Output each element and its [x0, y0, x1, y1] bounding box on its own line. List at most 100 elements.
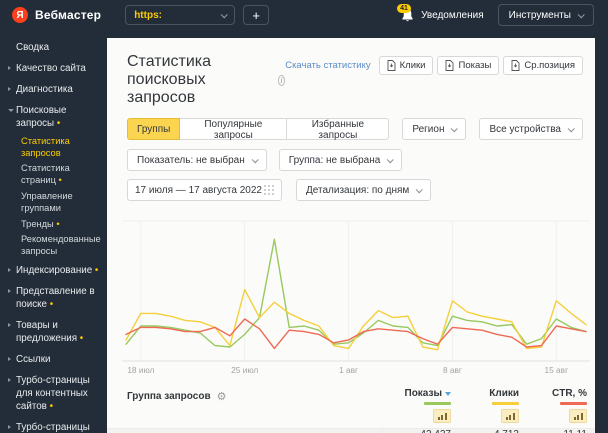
column-header-clicks: Клики — [457, 388, 519, 423]
column-sort-button-clicks[interactable]: Клики — [489, 388, 519, 399]
devices-label: Все устройства — [489, 123, 561, 135]
new-items-dot-icon: • — [92, 265, 99, 277]
chart-canvas — [122, 220, 590, 362]
export-button-shows[interactable]: Показы — [437, 56, 500, 75]
grid-icon — [264, 185, 274, 195]
yandex-logo[interactable]: Я Вебмастер — [12, 7, 101, 23]
sidebar-item-turbo-content-sites[interactable]: Турбо-страницы для контентных сайтов • — [8, 375, 103, 414]
chevron-down-icon — [415, 185, 424, 193]
group-label: Группа: не выбрана — [288, 154, 381, 166]
toggle-chart-button-shows[interactable] — [433, 409, 451, 423]
sidebar-item-search-queries[interactable]: Поисковые запросы • Статистика запросов Ст… — [8, 105, 103, 258]
tab-groups[interactable]: Группы — [127, 118, 181, 140]
toggle-chart-button-ctr[interactable] — [569, 409, 587, 423]
sidebar-item-label: Ссылки — [16, 353, 51, 365]
export-button-avg-position[interactable]: Ср.позиция — [503, 56, 583, 75]
info-icon[interactable]: i — [277, 74, 286, 86]
tools-label: Инструменты — [508, 9, 571, 21]
sidebar-item-search-appearance[interactable]: Представление в поиске • — [8, 286, 103, 312]
detalization-dropdown[interactable]: Детализация: по дням — [296, 179, 432, 201]
row-values: 42 4271 709 4 71379 11,110,27 — [382, 429, 587, 433]
sidebar-item-site-quality[interactable]: Качество сайта — [8, 63, 103, 76]
sidebar-item-diagnostics[interactable]: Диагностика — [8, 84, 103, 97]
x-axis-tick-label: 1 авг — [339, 365, 359, 375]
bar-chart-icon-bar — [437, 416, 440, 420]
devices-dropdown[interactable]: Все устройства — [479, 118, 583, 140]
download-stats-link[interactable]: Скачать статистику — [285, 60, 370, 71]
sidebar-subitem-label: Управление группами — [21, 190, 73, 213]
app-title: Вебмастер — [35, 8, 102, 22]
bar-chart-icon-bar — [580, 412, 583, 420]
column-sort-button-shows[interactable]: Показы — [404, 388, 451, 399]
sidebar-item-page-stats[interactable]: Статистика страниц • — [21, 162, 103, 186]
tab-favorite-queries[interactable]: Избранные запросы — [286, 118, 390, 141]
region-dropdown[interactable]: Регион — [402, 118, 467, 140]
page-title-text: Статистика поисковых запросов — [127, 53, 212, 106]
metric-columns: Показы Клики CTR, % — [383, 388, 587, 423]
sidebar-item-group-management[interactable]: Управление группами — [21, 190, 103, 214]
queries-table: Группа запросов ⚙ Показы Клики CTR, % Все … — [107, 379, 595, 433]
indicator-label: Показатель: не выбран — [137, 154, 245, 166]
download-file-icon — [511, 60, 520, 71]
detalization-label: Детализация: по дням — [306, 184, 410, 196]
site-selector-dropdown[interactable]: https: — [125, 5, 236, 25]
topbar: Я Вебмастер https: + 41 Уведомления Инст… — [0, 0, 608, 30]
group-dropdown[interactable]: Группа: не выбрана — [278, 149, 403, 171]
toggle-chart-button-clicks[interactable] — [501, 409, 519, 423]
new-items-dot-icon: • — [53, 218, 60, 229]
metric-cell-clicks: 4 71379 — [457, 429, 519, 433]
sidebar-item-summary[interactable]: Сводка — [8, 42, 103, 55]
sidebar-item-label: Представление в поиске — [16, 286, 95, 311]
export-button-clicks[interactable]: Клики — [378, 56, 434, 75]
column-label: Клики — [489, 388, 519, 399]
new-items-dot-icon: • — [46, 299, 54, 311]
sidebar-subitem-label: Статистика страниц — [21, 163, 70, 186]
table-row-all-queries: Все запросы42 4271 7094 7137911,110,27 — [107, 428, 595, 433]
group-column-header: Группа запросов — [127, 391, 211, 402]
column-header-shows: Показы — [389, 388, 451, 423]
filter-row: Показатель: не выбран Группа: не выбрана — [107, 140, 595, 171]
bar-chart-icon-bar — [505, 416, 508, 420]
column-label: Показы — [404, 388, 443, 399]
sidebar-item-trends[interactable]: Тренды • — [21, 218, 103, 230]
download-file-icon — [446, 60, 454, 71]
site-selector-value: https: — [134, 9, 162, 21]
notifications-button[interactable]: 41 Уведомления — [397, 3, 484, 23]
region-label: Регион — [412, 123, 445, 135]
sidebar-item-products-offers[interactable]: Товары и предложения • — [8, 320, 103, 346]
series-color-marker — [424, 402, 451, 405]
export-area: Скачать статистику Клики Показы Ср.позиция — [285, 56, 583, 75]
gear-icon[interactable]: ⚙ — [217, 390, 227, 403]
sidebar-item-indexing[interactable]: Индексирование • — [8, 265, 103, 278]
x-axis-tick-label: 25 июл — [231, 365, 259, 375]
column-sort-button-ctr[interactable]: CTR, % — [552, 388, 587, 399]
chevron-collapsed-icon — [8, 356, 11, 361]
chevron-down-icon — [451, 124, 459, 132]
sidebar-item-links[interactable]: Ссылки — [8, 354, 103, 367]
indicator-dropdown[interactable]: Показатель: не выбран — [127, 149, 267, 171]
sidebar-item-recommended-queries[interactable]: Рекомендованные запросы — [21, 233, 103, 257]
chevron-collapsed-icon — [8, 65, 11, 70]
sidebar-item-label: Товары и предложения — [16, 320, 78, 344]
add-site-button[interactable]: + — [243, 5, 270, 25]
chevron-down-icon — [577, 10, 585, 18]
query-tabs: Группы Популярные запросы Избранные запрос… — [127, 118, 390, 141]
sidebar-item-query-stats[interactable]: Статистика запросов — [21, 135, 103, 159]
notification-badge: 41 — [397, 3, 411, 14]
series-color-marker — [560, 402, 587, 405]
chevron-collapsed-icon — [8, 377, 11, 382]
tab-popular-queries[interactable]: Популярные запросы — [179, 118, 288, 141]
date-range-value: 17 июля — 17 августа 2022 — [135, 184, 262, 196]
tools-dropdown[interactable]: Инструменты — [497, 4, 594, 26]
chevron-expanded-icon — [8, 108, 14, 112]
new-items-dot-icon: • — [54, 117, 61, 129]
chevron-down-icon — [220, 10, 228, 18]
date-range-input[interactable]: 17 июля — 17 августа 2022 — [127, 179, 282, 201]
sidebar-item-turbo-ecommerce[interactable]: Турбо-страницы для интернет-магазинов — [8, 422, 103, 433]
page-title: Статистика поисковых запросов i — [127, 53, 286, 107]
sidebar-subitems: Статистика запросов Статистика страниц • У… — [16, 135, 103, 258]
search-queries-chart[interactable]: 18 июл 25 июл 1 авг 8 авг 15 авг — [122, 213, 590, 379]
export-button-label: Клики — [399, 60, 426, 71]
export-button-label: Ср.позиция — [524, 60, 575, 71]
column-label: CTR, % — [552, 388, 587, 399]
